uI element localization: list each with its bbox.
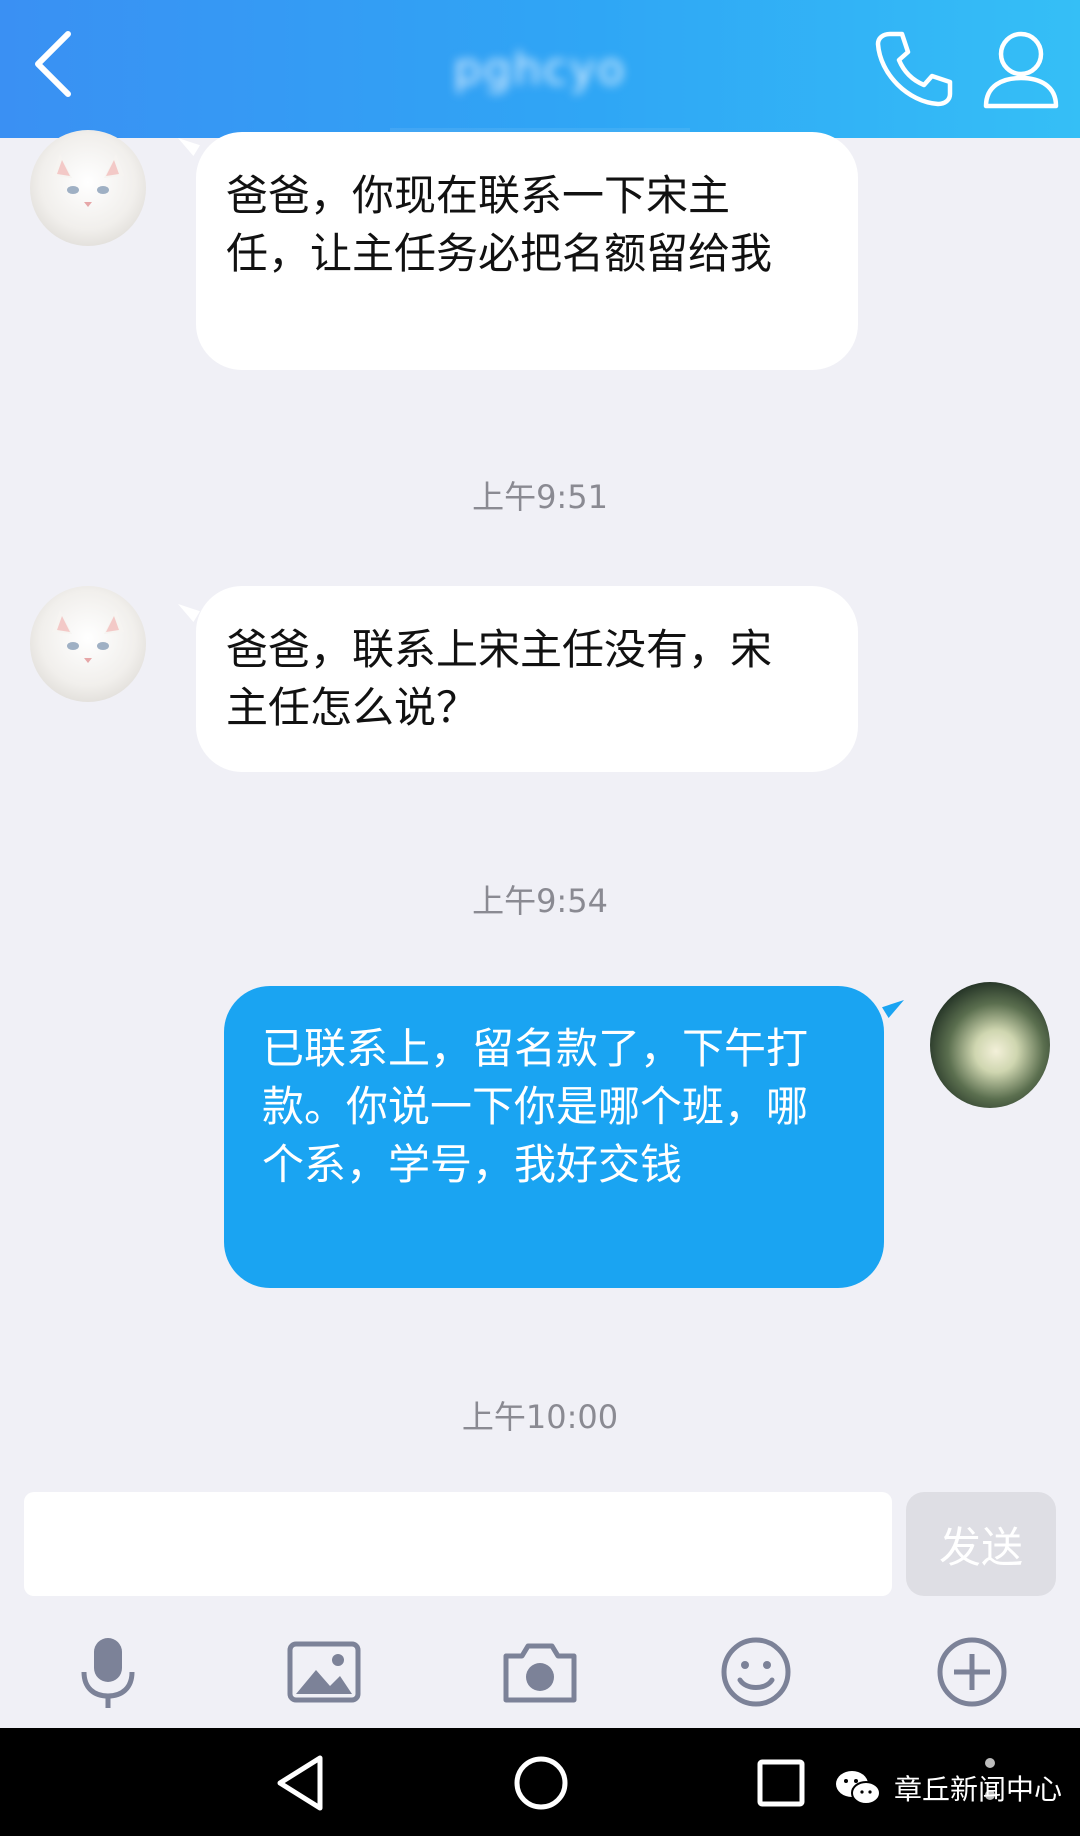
bubble-tail <box>178 138 200 156</box>
nav-home-button[interactable] <box>496 1738 586 1828</box>
user-profile-icon <box>983 31 1059 109</box>
message-bubble-incoming[interactable]: 爸爸，你现在联系一下宋主任，让主任务必把名额留给我 <box>196 132 858 370</box>
nav-recents-button[interactable] <box>736 1738 826 1828</box>
more-button[interactable] <box>932 1632 1012 1712</box>
message-bubble-incoming[interactable]: 爸爸，联系上宋主任没有，宋主任怎么说？ <box>196 586 858 772</box>
image-button[interactable] <box>284 1632 364 1712</box>
cat-avatar-icon <box>52 610 124 663</box>
phone-icon <box>875 31 953 107</box>
send-button[interactable]: 发送 <box>906 1492 1056 1596</box>
wechat-icon <box>836 1771 881 1805</box>
image-icon <box>287 1641 361 1703</box>
self-avatar[interactable] <box>930 982 1050 1108</box>
camera-icon <box>503 1643 577 1703</box>
watermark-text: 章丘新闻中心 <box>894 1773 1063 1806</box>
message-input[interactable] <box>24 1492 892 1596</box>
voice-button[interactable] <box>68 1632 148 1712</box>
back-button[interactable] <box>16 24 96 104</box>
message-timestamp: 上午9:51 <box>472 478 608 516</box>
message-text: 爸爸，联系上宋主任没有，宋主任怎么说？ <box>226 625 773 732</box>
chat-header: pghcyo <box>0 0 1080 138</box>
message-timestamp: 上午10:00 <box>461 1398 619 1436</box>
profile-button[interactable] <box>976 24 1066 114</box>
contact-avatar[interactable] <box>30 586 146 702</box>
emoji-button[interactable] <box>716 1632 796 1712</box>
home-circle-icon <box>514 1756 568 1810</box>
emoji-icon <box>721 1637 791 1707</box>
message-timestamp: 上午9:54 <box>472 882 608 920</box>
bubble-tail <box>882 1000 904 1018</box>
nav-back-button[interactable] <box>256 1738 346 1828</box>
microphone-icon <box>81 1638 135 1708</box>
recents-square-icon <box>757 1759 805 1807</box>
message-text: 已联系上，留名款了，下午打款。你说一下你是哪个班，哪个系，学号，我好交钱 <box>262 1024 809 1189</box>
chevron-left-icon <box>35 31 71 97</box>
cat-avatar-icon <box>52 154 124 207</box>
watermark: 章丘新闻中心 <box>834 1760 1062 1816</box>
back-triangle-icon <box>277 1755 323 1811</box>
camera-button[interactable] <box>500 1632 580 1712</box>
plus-icon <box>937 1637 1007 1707</box>
contact-name: pghcyo <box>453 44 627 95</box>
message-bubble-outgoing[interactable]: 已联系上，留名款了，下午打款。你说一下你是哪个班，哪个系，学号，我好交钱 <box>224 986 884 1288</box>
contact-avatar[interactable] <box>30 130 146 246</box>
message-text: 爸爸，你现在联系一下宋主任，让主任务必把名额留给我 <box>226 171 773 278</box>
call-button[interactable] <box>868 24 958 114</box>
